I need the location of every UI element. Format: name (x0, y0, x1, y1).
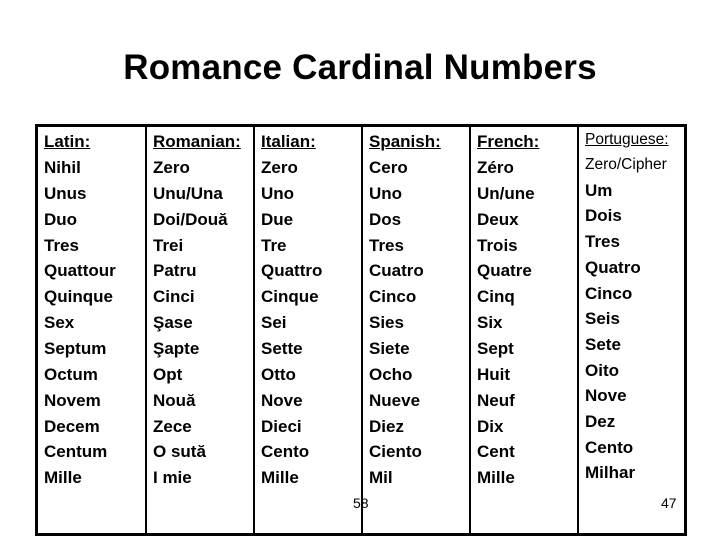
number-word: Zéro (477, 158, 514, 177)
number-word: Trois (477, 235, 518, 255)
number-word: Un/une (477, 183, 535, 203)
number-word: Uno (261, 183, 295, 203)
number-word: Oito (585, 360, 619, 380)
number-word: Zero (153, 158, 190, 177)
number-word: Ciento (369, 442, 422, 462)
number-word: Opt (153, 364, 183, 384)
number-word: Zero/Cipher (585, 156, 667, 173)
number-word: Due (261, 209, 294, 229)
column-italian: Italian: Zero Uno Due Tre Quattro Cinque Sei Set… (253, 127, 361, 533)
number-word: Otto (261, 364, 296, 384)
number-word: Dix (477, 416, 504, 436)
number-word: Septum (44, 338, 107, 358)
number-word: Sei (261, 313, 287, 333)
number-word: Sex (44, 313, 75, 333)
number-word: Şapte (153, 338, 200, 358)
column-header-romanian: Romanian: (153, 132, 241, 151)
number-word: Milhar (585, 463, 636, 483)
number-word: Dos (369, 209, 402, 229)
number-word: Dois (585, 206, 622, 226)
number-word: Tres (369, 235, 404, 255)
number-word: Zece (153, 416, 192, 436)
number-word: Duo (44, 209, 78, 229)
number-word: Patru (153, 261, 197, 281)
number-word: Um (585, 180, 613, 200)
number-word: Huit (477, 364, 511, 384)
column-header-latin: Latin: (44, 132, 91, 151)
number-word: Ocho (369, 364, 413, 384)
number-word: Sies (369, 313, 404, 333)
number-word: Nove (261, 390, 303, 410)
number-word: Cinco (369, 287, 417, 307)
number-word: Cinque (261, 287, 319, 307)
number-word: Cent (477, 442, 515, 462)
number-word: Mille (477, 468, 515, 488)
number-word: Şase (153, 313, 193, 333)
column-french: French: Zéro Un/une Deux Trois Quatre Cinq Six S… (469, 127, 577, 533)
number-word: Mille (261, 468, 299, 488)
numbers-table: Latin: Nihil Unus Duo Tres Quattour Quinque Sex… (35, 124, 687, 536)
column-header-french: French: (477, 132, 540, 151)
number-word: Quattro (261, 261, 323, 281)
number-word: Sete (585, 334, 621, 354)
column-romanian: Romanian: Zero Unu/Una Doi/Două Trei Patru Cin… (145, 127, 253, 533)
number-word: Novem (44, 390, 101, 410)
number-word: Sette (261, 338, 303, 358)
number-word: Cinco (585, 283, 633, 303)
number-word: Cuatro (369, 261, 424, 281)
number-word: Tre (261, 235, 287, 255)
page-number-right: 47 (661, 495, 677, 511)
number-word: Tres (44, 235, 79, 255)
number-word: Uno (369, 183, 403, 203)
number-word: Trei (153, 235, 184, 255)
number-word: Quatro (585, 257, 641, 277)
number-word: Quattour (44, 261, 116, 281)
number-word: Octum (44, 364, 98, 384)
number-word: Cento (585, 437, 634, 457)
number-word: Seis (585, 309, 620, 329)
number-word: Decem (44, 416, 100, 436)
column-header-spanish: Spanish: (369, 132, 441, 151)
number-word: I mie (153, 468, 192, 488)
number-word: Centum (44, 442, 108, 462)
number-word: Sept (477, 338, 514, 358)
column-header-italian: Italian: (261, 132, 316, 151)
page-number-center: 58 (353, 495, 369, 511)
column-header-portuguese: Portuguese: (585, 131, 669, 148)
number-word: Six (477, 313, 503, 333)
number-word: Cinci (153, 287, 195, 307)
number-word: O sută (153, 442, 206, 462)
number-word: Diez (369, 416, 404, 436)
column-latin: Latin: Nihil Unus Duo Tres Quattour Quinque Sex… (38, 127, 145, 533)
number-word: Tres (585, 232, 620, 252)
number-word: Unus (44, 183, 87, 203)
number-word: Nove (585, 386, 627, 406)
number-word: Mil (369, 468, 393, 488)
number-word: Unu/Una (153, 183, 223, 203)
number-word: Cero (369, 158, 408, 177)
number-word: Siete (369, 338, 410, 358)
slide-title: Romance Cardinal Numbers (123, 48, 597, 87)
number-word: Dez (585, 412, 616, 431)
number-word: Quinque (44, 287, 113, 307)
number-word: Dieci (261, 416, 302, 436)
number-word: Nouă (153, 390, 196, 410)
number-word: Mille (44, 468, 82, 488)
column-spanish: Spanish: Cero Uno Dos Tres Cuatro Cinco Sies Sie… (361, 127, 469, 533)
number-word: Cento (261, 442, 310, 462)
column-portuguese: Portuguese: Zero/Cipher Um Dois Tres Quatro Ci… (577, 127, 684, 533)
number-word: Cinq (477, 287, 515, 307)
number-word: Zero (261, 158, 298, 177)
number-word: Nihil (44, 158, 81, 177)
number-word: Neuf (477, 390, 515, 410)
number-word: Quatre (477, 261, 532, 281)
number-word: Doi/Două (153, 209, 228, 229)
number-word: Nueve (369, 390, 421, 410)
number-word: Deux (477, 209, 519, 229)
